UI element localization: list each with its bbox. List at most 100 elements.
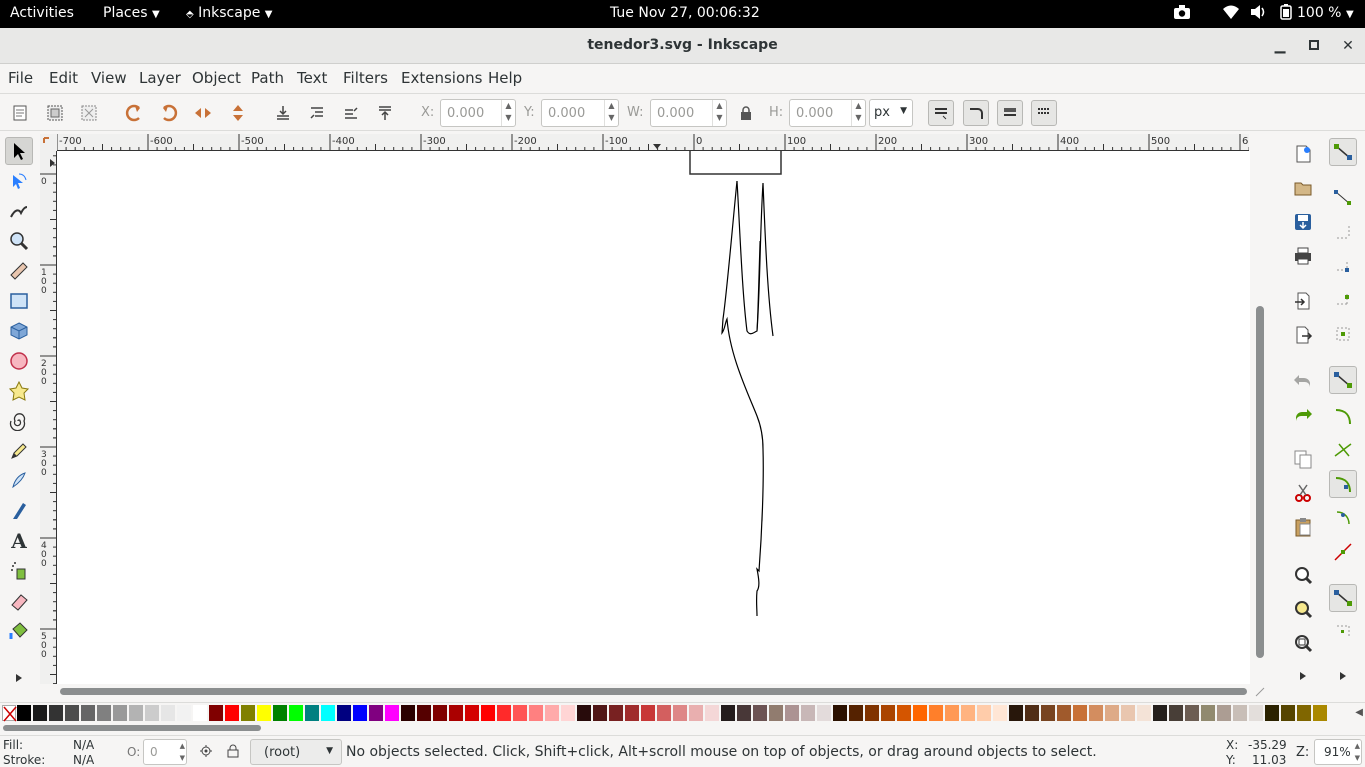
- h-stepper-icon[interactable]: ▲ ▼: [851, 100, 865, 126]
- color-swatch[interactable]: [785, 705, 799, 721]
- color-swatch[interactable]: [401, 705, 415, 721]
- color-swatch[interactable]: [97, 705, 111, 721]
- color-swatch[interactable]: [465, 705, 479, 721]
- power-icon[interactable]: [1280, 4, 1292, 24]
- vertical-ruler[interactable]: 0100200300400500: [40, 151, 57, 684]
- color-swatch[interactable]: [65, 705, 79, 721]
- color-swatch[interactable]: [17, 705, 31, 721]
- paste-icon[interactable]: [1289, 513, 1317, 541]
- menu-file[interactable]: File: [8, 69, 33, 87]
- deselect-icon[interactable]: [76, 100, 102, 126]
- color-swatch[interactable]: [865, 705, 879, 721]
- snap-bbox-edges-icon[interactable]: [1329, 218, 1357, 246]
- flip-horizontal-icon[interactable]: [190, 100, 216, 126]
- horizontal-ruler[interactable]: -700 -600 -500 -400 -300 -200 -100 0 100 200 300 40…: [57, 134, 1249, 151]
- selector-tool-icon[interactable]: [5, 137, 33, 165]
- menu-edit[interactable]: Edit: [49, 69, 78, 87]
- raise-to-top-icon[interactable]: [372, 100, 398, 126]
- lower-to-bottom-icon[interactable]: [270, 100, 296, 126]
- opacity-stepper-icon[interactable]: ▲ ▼: [180, 740, 185, 764]
- color-swatch[interactable]: [433, 705, 447, 721]
- color-swatch[interactable]: [977, 705, 991, 721]
- menu-extensions[interactable]: Extensions: [401, 69, 482, 87]
- snap-bbox-icon[interactable]: [1329, 184, 1357, 212]
- menu-filters[interactable]: Filters: [343, 69, 388, 87]
- lower-icon[interactable]: [304, 100, 330, 126]
- zoom-stepper-icon[interactable]: ▲ ▼: [1355, 740, 1360, 764]
- color-swatch[interactable]: [81, 705, 95, 721]
- wifi-icon[interactable]: [1222, 4, 1240, 24]
- color-swatch[interactable]: [961, 705, 975, 721]
- scale-stroke-toggle-icon[interactable]: [928, 100, 954, 126]
- color-swatch[interactable]: [385, 705, 399, 721]
- color-swatch[interactable]: [353, 705, 367, 721]
- import-icon[interactable]: [1289, 287, 1317, 315]
- snap-line-midpoints-icon[interactable]: [1329, 538, 1357, 566]
- color-swatch[interactable]: [49, 705, 63, 721]
- zoom-selection-icon[interactable]: [1289, 561, 1317, 589]
- color-swatch[interactable]: [337, 705, 351, 721]
- color-swatch[interactable]: [1217, 705, 1231, 721]
- color-swatch[interactable]: [625, 705, 639, 721]
- fork-drawing[interactable]: [57, 151, 1250, 684]
- fork-prongs[interactable]: [736, 180, 774, 337]
- color-swatch[interactable]: [1041, 705, 1055, 721]
- raise-icon[interactable]: [338, 100, 364, 126]
- color-swatch[interactable]: [945, 705, 959, 721]
- places-menu[interactable]: Places ▼: [103, 5, 160, 21]
- color-swatch[interactable]: [1153, 705, 1167, 721]
- color-swatch[interactable]: [305, 705, 319, 721]
- color-swatch[interactable]: [849, 705, 863, 721]
- snap-object-centers-icon[interactable]: [1329, 618, 1357, 646]
- color-swatch[interactable]: [321, 705, 335, 721]
- color-swatch[interactable]: [497, 705, 511, 721]
- open-document-icon[interactable]: [1289, 174, 1317, 202]
- color-swatch[interactable]: [609, 705, 623, 721]
- color-swatch[interactable]: [881, 705, 895, 721]
- color-swatch[interactable]: [1265, 705, 1279, 721]
- vertical-scroll-thumb[interactable]: [1256, 306, 1264, 658]
- w-stepper-icon[interactable]: ▲ ▼: [712, 100, 726, 126]
- vertical-scrollbar[interactable]: [1253, 151, 1267, 686]
- snap-others-icon[interactable]: [1329, 584, 1357, 612]
- color-swatch[interactable]: [641, 705, 655, 721]
- minimize-button[interactable]: ▁: [1270, 36, 1290, 56]
- color-swatch[interactable]: [1297, 705, 1311, 721]
- app-menu[interactable]: ⬘ Inkscape ▼: [186, 5, 273, 21]
- cut-icon[interactable]: [1289, 479, 1317, 507]
- pencil-tool-icon[interactable]: [5, 437, 33, 465]
- color-swatch[interactable]: [673, 705, 687, 721]
- measure-tool-icon[interactable]: [5, 257, 33, 285]
- color-swatch[interactable]: [817, 705, 831, 721]
- print-icon[interactable]: [1289, 242, 1317, 270]
- zoom-page-icon[interactable]: [1289, 629, 1317, 657]
- unit-select[interactable]: px ▼: [869, 99, 913, 127]
- transform-gradients-toggle-icon[interactable]: [997, 100, 1023, 126]
- transform-patterns-toggle-icon[interactable]: [1031, 100, 1057, 126]
- color-swatch[interactable]: [769, 705, 783, 721]
- h-spinbox[interactable]: ▲▼: [789, 99, 866, 127]
- color-swatch[interactable]: [1249, 705, 1263, 721]
- color-swatch[interactable]: [161, 705, 175, 721]
- color-swatch[interactable]: [897, 705, 911, 721]
- color-swatch[interactable]: [417, 705, 431, 721]
- color-swatch[interactable]: [369, 705, 383, 721]
- snap-smooth-nodes-icon[interactable]: [1329, 504, 1357, 532]
- clock[interactable]: Tue Nov 27, 00:06:32: [610, 5, 760, 21]
- color-swatch[interactable]: [1201, 705, 1215, 721]
- stroke-value[interactable]: N/A: [73, 753, 94, 767]
- copy-icon[interactable]: [1289, 445, 1317, 473]
- color-swatch[interactable]: [1233, 705, 1247, 721]
- color-swatch[interactable]: [113, 705, 127, 721]
- save-document-icon[interactable]: [1289, 208, 1317, 236]
- eraser-tool-icon[interactable]: [5, 587, 33, 615]
- menu-layer[interactable]: Layer: [139, 69, 181, 87]
- color-swatch[interactable]: [657, 705, 671, 721]
- x-spinbox[interactable]: ▲▼: [440, 99, 516, 127]
- drawing-canvas[interactable]: [57, 151, 1250, 684]
- color-swatch[interactable]: [1281, 705, 1295, 721]
- color-swatch[interactable]: [257, 705, 271, 721]
- color-swatch[interactable]: [833, 705, 847, 721]
- color-swatch[interactable]: [1137, 705, 1151, 721]
- horizontal-scroll-thumb[interactable]: [60, 688, 1247, 695]
